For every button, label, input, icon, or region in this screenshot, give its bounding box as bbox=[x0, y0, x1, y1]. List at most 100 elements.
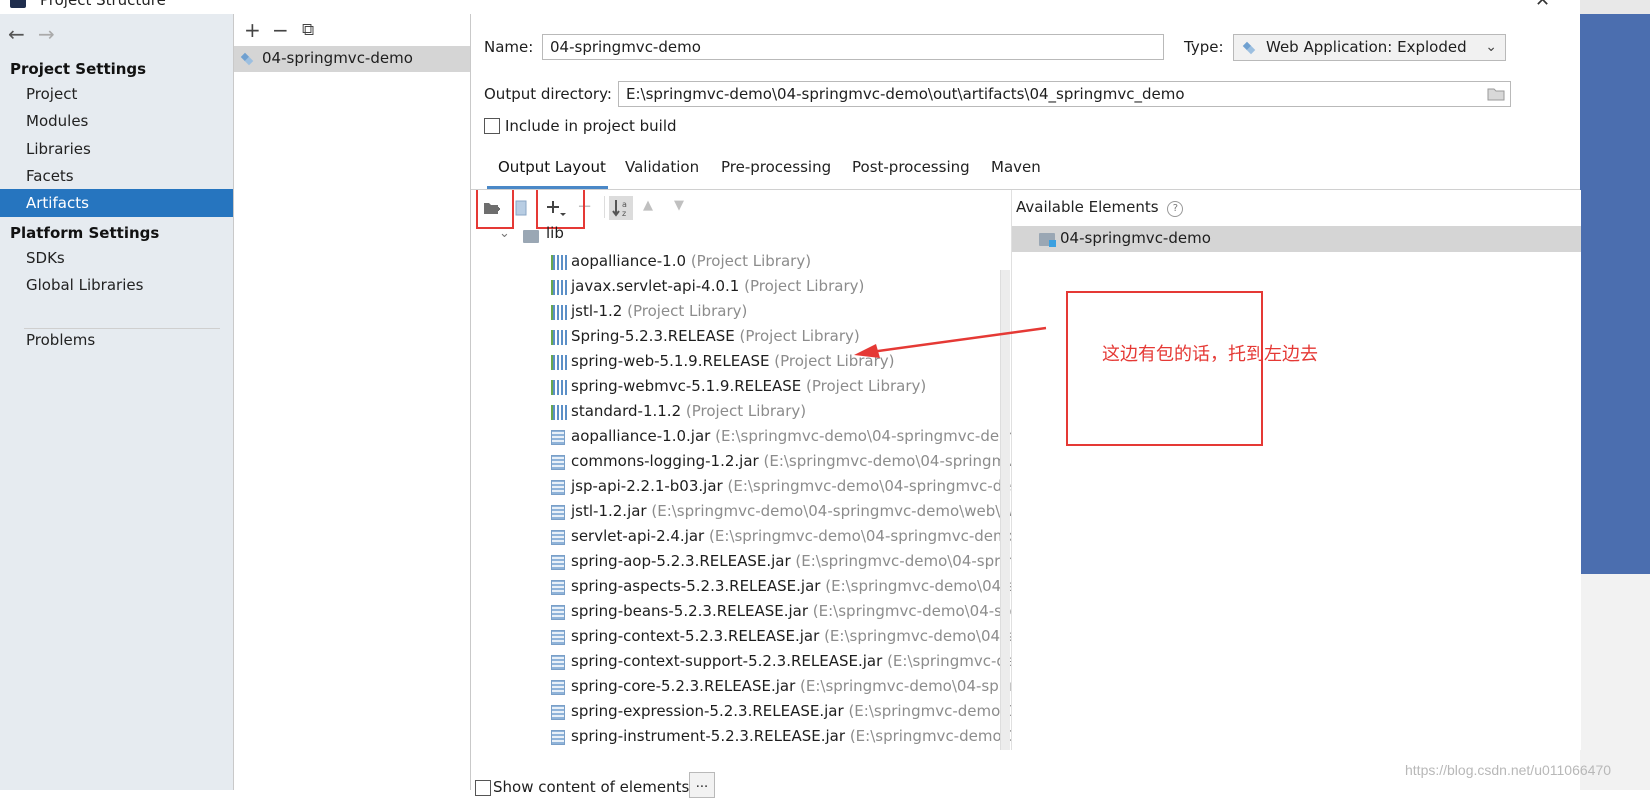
library-icon bbox=[551, 280, 567, 295]
nav-item-artifacts[interactable]: Artifacts bbox=[0, 189, 233, 217]
library-row[interactable]: javax.servlet-api-4.0.1 (Project Library… bbox=[471, 275, 1011, 299]
tab-post-processing[interactable]: Post-processing bbox=[852, 158, 970, 176]
jar-row[interactable]: spring-beans-5.2.3.RELEASE.jar (E:\sprin… bbox=[471, 600, 1011, 624]
tree-folder-row[interactable]: ⌄ lib bbox=[471, 224, 1011, 250]
sort-elements-icon[interactable]: a z bbox=[609, 196, 633, 220]
svg-text:z: z bbox=[622, 209, 626, 218]
output-layout-tree: − a z ▲ ▼ ⌄ lib aopalliance-1.0 (Project… bbox=[471, 190, 1011, 750]
tree-row-detail: (E:\springmvc-demo\04-sprin bbox=[824, 627, 1011, 645]
tree-row-name: spring-beans-5.2.3.RELEASE.jar bbox=[571, 602, 809, 620]
jar-row[interactable]: aopalliance-1.0.jar (E:\springmvc-demo\0… bbox=[471, 425, 1011, 449]
nav-item-problems[interactable]: Problems bbox=[0, 326, 233, 354]
jar-row[interactable]: spring-context-support-5.2.3.RELEASE.jar… bbox=[471, 650, 1011, 674]
move-down-icon[interactable]: ▼ bbox=[674, 198, 684, 213]
jar-row[interactable]: jsp-api-2.2.1-b03.jar (E:\springmvc-demo… bbox=[471, 475, 1011, 499]
nav-item-global-libraries[interactable]: Global Libraries bbox=[0, 271, 233, 299]
library-row[interactable]: spring-webmvc-5.1.9.RELEASE (Project Lib… bbox=[471, 375, 1011, 399]
library-row[interactable]: aopalliance-1.0 (Project Library) bbox=[471, 250, 1011, 274]
jar-row[interactable]: servlet-api-2.4.jar (E:\springmvc-demo\0… bbox=[471, 525, 1011, 549]
available-element-item[interactable]: 04-springmvc-demo bbox=[1012, 226, 1581, 252]
library-icon bbox=[551, 405, 567, 420]
settings-sidebar: ← → Project Settings Project Modules Lib… bbox=[0, 14, 234, 790]
library-icon bbox=[551, 255, 567, 270]
tree-row-label: standard-1.1.2 (Project Library) bbox=[571, 402, 806, 420]
tree-row-name: jsp-api-2.2.1-b03.jar bbox=[571, 477, 723, 495]
jar-icon bbox=[551, 505, 565, 520]
library-icon bbox=[551, 355, 567, 370]
jar-row[interactable]: spring-instrument-5.2.3.RELEASE.jar (E:\… bbox=[471, 725, 1011, 749]
tree-row-detail: (E:\springmvc-demo\04-sprin bbox=[825, 577, 1011, 595]
type-label: Type: bbox=[1184, 38, 1224, 56]
tree-row-detail: (Project Library) bbox=[685, 402, 807, 420]
include-in-build-label: Include in project build bbox=[505, 117, 677, 135]
close-icon[interactable]: ✕ bbox=[1535, 0, 1550, 11]
jar-row[interactable]: jstl-1.2.jar (E:\springmvc-demo\04-sprin… bbox=[471, 500, 1011, 524]
tree-row-name: spring-context-support-5.2.3.RELEASE.jar bbox=[571, 652, 883, 670]
tree-row-name: spring-webmvc-5.1.9.RELEASE bbox=[571, 377, 802, 395]
tree-row-label: spring-webmvc-5.1.9.RELEASE (Project Lib… bbox=[571, 377, 926, 395]
tab-validation[interactable]: Validation bbox=[625, 158, 699, 176]
folder-browse-icon[interactable] bbox=[1487, 86, 1505, 101]
show-content-checkbox[interactable] bbox=[475, 780, 491, 796]
tab-output-layout[interactable]: Output Layout bbox=[498, 158, 606, 176]
artifact-list-item[interactable]: 04-springmvc-demo bbox=[234, 46, 470, 72]
jar-icon bbox=[551, 705, 565, 720]
jar-row[interactable]: spring-context-5.2.3.RELEASE.jar (E:\spr… bbox=[471, 625, 1011, 649]
forward-arrow-icon[interactable]: → bbox=[38, 22, 55, 46]
tree-row-label: servlet-api-2.4.jar (E:\springmvc-demo\0… bbox=[571, 527, 1011, 545]
tree-row-label: jstl-1.2 (Project Library) bbox=[571, 302, 747, 320]
tree-row-detail: (Project Library) bbox=[627, 302, 748, 320]
include-in-build-checkbox[interactable] bbox=[484, 118, 500, 134]
annotation-text: 这边有包的话，托到左边去 bbox=[1102, 344, 1318, 365]
jar-icon bbox=[551, 655, 565, 670]
platform-settings-header: Platform Settings bbox=[10, 224, 160, 242]
background-window-top bbox=[1580, 0, 1650, 14]
jar-row[interactable]: commons-logging-1.2.jar (E:\springmvc-de… bbox=[471, 450, 1011, 474]
name-field[interactable]: 04-springmvc-demo bbox=[542, 34, 1164, 60]
nav-item-sdks[interactable]: SDKs bbox=[0, 244, 233, 272]
tree-row-name: spring-instrument-5.2.3.RELEASE.jar bbox=[571, 727, 846, 745]
chevron-down-icon[interactable]: ⌄ bbox=[499, 226, 510, 241]
output-directory-field[interactable]: E:\springmvc-demo\04-springmvc-demo\out\… bbox=[618, 81, 1511, 107]
back-arrow-icon[interactable]: ← bbox=[8, 22, 25, 46]
tree-row-name: spring-aop-5.2.3.RELEASE.jar bbox=[571, 552, 791, 570]
nav-item-libraries[interactable]: Libraries bbox=[0, 135, 233, 163]
title-bar: Project Structure ✕ bbox=[0, 0, 1580, 14]
jar-row[interactable]: spring-aop-5.2.3.RELEASE.jar (E:\springm… bbox=[471, 550, 1011, 574]
create-archive-icon[interactable] bbox=[515, 200, 527, 216]
jar-icon bbox=[551, 580, 565, 595]
tree-row-detail: (Project Library) bbox=[744, 277, 865, 295]
folder-icon bbox=[523, 230, 539, 243]
library-row[interactable]: standard-1.1.2 (Project Library) bbox=[471, 400, 1011, 424]
jar-icon bbox=[551, 430, 565, 445]
tree-row-name: jstl-1.2.jar bbox=[571, 502, 647, 520]
more-button[interactable]: ... bbox=[689, 772, 715, 798]
tab-pre-processing[interactable]: Pre-processing bbox=[721, 158, 831, 176]
tab-maven[interactable]: Maven bbox=[991, 158, 1041, 176]
project-settings-header: Project Settings bbox=[10, 60, 147, 78]
tree-row-name: commons-logging-1.2.jar bbox=[571, 452, 759, 470]
background-window-bottom bbox=[1580, 574, 1650, 790]
type-select[interactable]: Web Application: Exploded ⌄ bbox=[1233, 34, 1506, 61]
available-elements-title: Available Elements bbox=[1016, 198, 1159, 216]
tree-row-name: jstl-1.2 bbox=[571, 302, 623, 320]
watermark: https://blog.csdn.net/u011066470 bbox=[1405, 762, 1612, 778]
tree-row-label: jsp-api-2.2.1-b03.jar (E:\springmvc-demo… bbox=[571, 477, 1011, 495]
move-up-icon[interactable]: ▲ bbox=[643, 198, 653, 213]
svg-text:a: a bbox=[622, 200, 627, 209]
remove-artifact-button[interactable]: − bbox=[272, 18, 289, 42]
add-artifact-button[interactable]: + bbox=[244, 18, 261, 42]
nav-item-project[interactable]: Project bbox=[0, 80, 233, 108]
library-row[interactable]: jstl-1.2 (Project Library) bbox=[471, 300, 1011, 324]
toolbar-separator bbox=[604, 196, 605, 218]
artifact-editor: Name: 04-springmvc-demo Type: Web Applic… bbox=[471, 14, 1581, 804]
jar-row[interactable]: spring-aspects-5.2.3.RELEASE.jar (E:\spr… bbox=[471, 575, 1011, 599]
jar-row[interactable]: spring-core-5.2.3.RELEASE.jar (E:\spring… bbox=[471, 675, 1011, 699]
copy-artifact-button[interactable]: ⧉ bbox=[302, 20, 314, 40]
help-icon[interactable]: ? bbox=[1167, 201, 1184, 217]
jar-icon bbox=[551, 680, 565, 695]
nav-item-modules[interactable]: Modules bbox=[0, 107, 233, 135]
nav-item-facets[interactable]: Facets bbox=[0, 162, 233, 190]
jar-row[interactable]: spring-expression-5.2.3.RELEASE.jar (E:\… bbox=[471, 700, 1011, 724]
tree-row-detail: (E:\springmvc-demo bbox=[887, 652, 1011, 670]
